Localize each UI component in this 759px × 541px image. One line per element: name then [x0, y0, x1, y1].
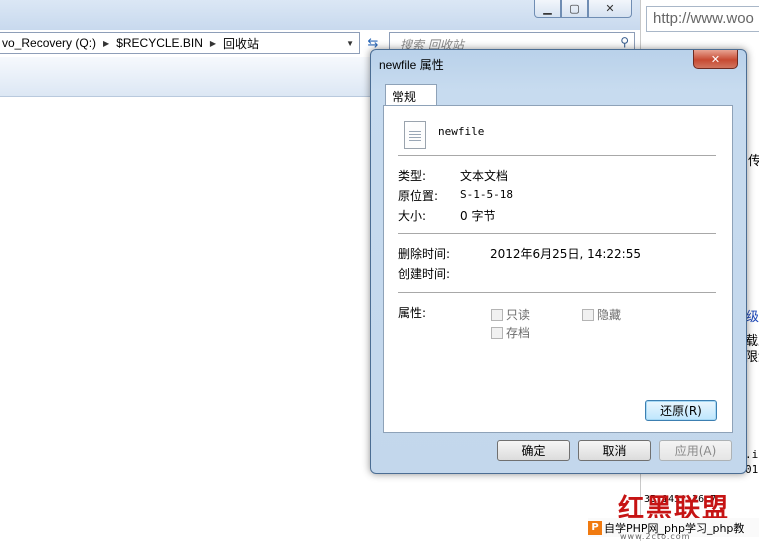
cancel-button[interactable]: 取消 — [578, 440, 651, 461]
breadcrumb-recycle-bin[interactable]: 回收站 — [223, 35, 259, 52]
general-tab-panel: newfile 类型: 文本文档 原位置: S-1-5-18 大小: 0 字节 … — [383, 105, 733, 433]
watermark-url: www.2cto.com — [620, 532, 691, 541]
maximize-button[interactable]: ▢ — [561, 0, 588, 18]
hidden-checkbox[interactable]: 隐藏 — [582, 306, 621, 323]
created-time-label: 创建时间: — [398, 267, 451, 281]
archive-label: 存档 — [506, 326, 531, 340]
checkbox-box[interactable] — [582, 308, 594, 321]
deleted-time-value: 2012年6月25日, 14:22:55 — [490, 247, 641, 261]
close-icon: ✕ — [605, 2, 615, 15]
ok-button[interactable]: 确定 — [497, 440, 570, 461]
file-name: newfile — [438, 125, 485, 138]
page-text-fragment: 限划 — [745, 350, 759, 365]
location-label: 原位置: — [398, 189, 439, 203]
readonly-label: 只读 — [506, 308, 531, 322]
checkbox-box[interactable] — [491, 326, 503, 339]
breadcrumb-drive[interactable]: vo_Recovery (Q:) — [2, 36, 96, 50]
size-value: 0 字节 — [460, 209, 496, 223]
properties-dialog: newfile 属性 ✕ 常规 newfile 类型: 文本文档 原位置: S-… — [370, 49, 747, 474]
attributes-label: 属性: — [398, 306, 427, 320]
divider — [398, 292, 716, 293]
minimize-button[interactable]: ▁ — [534, 0, 561, 18]
restore-button[interactable]: 还原(R) — [645, 400, 717, 421]
chevron-right-icon[interactable]: ▶ — [103, 39, 109, 48]
type-label: 类型: — [398, 169, 427, 183]
window-controls: ▁ ▢ ✕ — [534, 0, 632, 18]
deleted-time-label: 删除时间: — [398, 247, 451, 261]
divider — [398, 155, 716, 156]
dialog-title: newfile 属性 — [379, 58, 444, 72]
explorer-titlebar: ▁ ▢ ✕ — [0, 0, 640, 30]
type-value: 文本文档 — [460, 169, 509, 183]
breadcrumb-recycle-bin-folder[interactable]: $RECYCLE.BIN — [116, 36, 203, 50]
tab-general[interactable]: 常规 — [385, 84, 437, 106]
browser-url-text: http://www.woo — [653, 10, 754, 27]
page-text-fragment: 传 — [748, 154, 759, 169]
browser-url-bar[interactable]: http://www.woo — [646, 6, 759, 32]
address-bar[interactable]: vo_Recovery (Q:) ▶ $RECYCLE.BIN ▶ 回收站 ▼ — [0, 32, 360, 54]
checkbox-box[interactable] — [491, 308, 503, 321]
archive-checkbox[interactable]: 存档 — [491, 324, 530, 341]
size-label: 大小: — [398, 209, 427, 223]
location-value: S-1-5-18 — [460, 188, 513, 201]
hidden-label: 隐藏 — [597, 308, 622, 322]
search-icon[interactable]: ⚲ — [620, 35, 629, 49]
text-file-icon — [404, 121, 426, 149]
minimize-icon: ▁ — [543, 2, 552, 15]
dialog-close-button[interactable]: ✕ — [693, 50, 738, 69]
close-window-button[interactable]: ✕ — [588, 0, 632, 18]
site-logo-icon: P — [588, 520, 602, 535]
readonly-checkbox[interactable]: 只读 — [491, 306, 530, 323]
maximize-icon: ▢ — [569, 2, 580, 15]
page-link-fragment[interactable]: 级方 — [746, 306, 759, 325]
chevron-right-icon[interactable]: ▶ — [210, 39, 216, 48]
chevron-down-icon[interactable]: ▼ — [346, 39, 354, 48]
apply-button[interactable]: 应用(A) — [659, 440, 732, 461]
divider — [398, 233, 716, 234]
close-icon: ✕ — [710, 52, 721, 66]
